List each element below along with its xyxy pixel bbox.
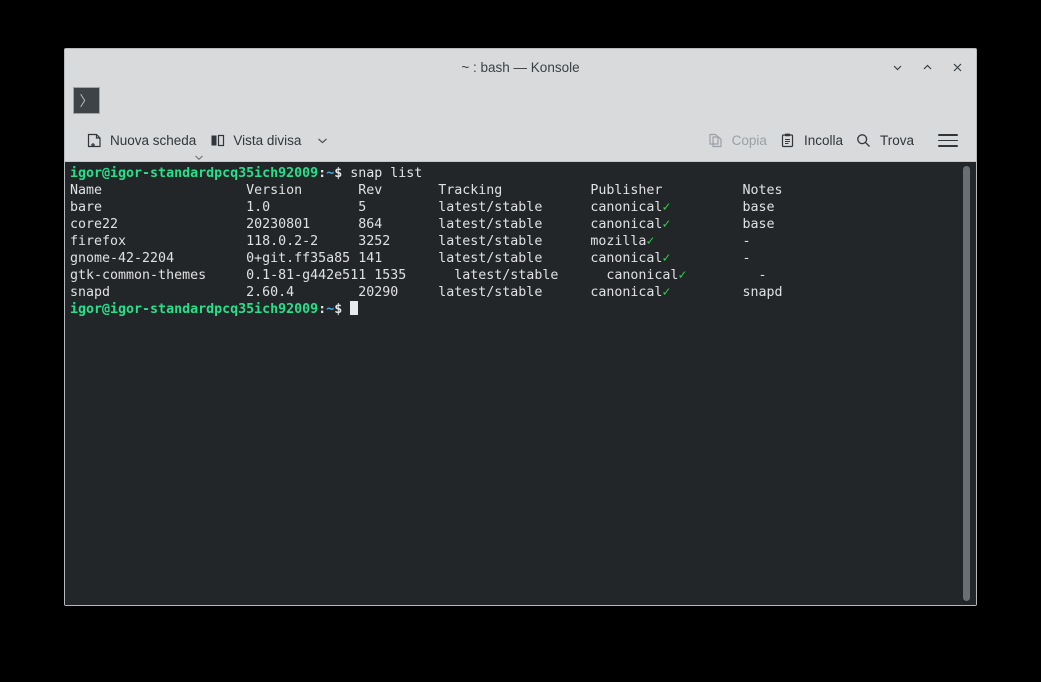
window-title: ~ : bash — Konsole [461, 60, 580, 75]
find-button[interactable]: Trova [849, 128, 920, 154]
split-view-button[interactable]: Vista divisa [202, 128, 335, 154]
find-label: Trova [879, 133, 914, 148]
minimize-button[interactable] [887, 57, 908, 78]
copy-label: Copia [731, 133, 767, 148]
toolbar-left-group: Nuova scheda Vista divisa [79, 128, 335, 160]
hamburger-line [938, 145, 958, 148]
table-row: snapd 2.60.4 20290 latest/stable canonic… [70, 285, 783, 300]
table-row: gtk-common-themes 0.1-81-g442e511 1535 l… [70, 268, 767, 283]
paste-button[interactable]: Incolla [773, 128, 849, 154]
hamburger-line [938, 133, 958, 136]
terminal-content: igor@igor-standardpcq35ich92009:~$ snap … [70, 165, 948, 318]
table-row: core22 20230801 864 latest/stable canoni… [70, 217, 775, 232]
tab-bar: 〉 [65, 86, 976, 120]
terminal-prompt-line: igor@igor-standardpcq35ich92009:~$ snap … [70, 166, 423, 181]
tab-shell-session[interactable]: 〉 [73, 87, 100, 114]
toolbar: Nuova scheda Vista divisa Copia Incolla … [65, 120, 976, 161]
window-controls [887, 49, 968, 86]
chevron-down-icon[interactable] [316, 136, 329, 145]
new-tab-button[interactable]: Nuova scheda [79, 128, 204, 160]
chevron-down-icon [891, 61, 904, 74]
split-view-icon [208, 132, 226, 150]
table-row: gnome-42-2204 0+git.ff35a85 141 latest/s… [70, 251, 751, 266]
table-header-row: Name Version Rev Tracking Publisher Note… [70, 183, 783, 198]
paste-icon [779, 132, 797, 150]
copy-icon [707, 132, 725, 150]
terminal-view[interactable]: igor@igor-standardpcq35ich92009:~$ snap … [65, 161, 976, 605]
chevron-up-icon [921, 61, 934, 74]
scrollbar-thumb[interactable] [963, 166, 970, 601]
close-button[interactable] [947, 57, 968, 78]
split-view-label: Vista divisa [233, 133, 302, 148]
konsole-window: ~ : bash — Konsole 〉 Nuova scheda Vista … [64, 48, 977, 606]
table-row: firefox 118.0.2-2 3252 latest/stable moz… [70, 234, 751, 249]
terminal-prompt-line: igor@igor-standardpcq35ich92009:~$ [70, 301, 948, 318]
terminal-cursor [350, 301, 359, 315]
titlebar: ~ : bash — Konsole [65, 49, 976, 86]
toolbar-right-group: Copia Incolla Trova [701, 128, 964, 154]
search-icon [855, 132, 873, 150]
hamburger-menu-icon[interactable] [932, 128, 964, 153]
paste-label: Incolla [803, 133, 843, 148]
new-tab-label: Nuova scheda [110, 133, 197, 148]
new-tab-icon [85, 132, 103, 150]
table-row: bare 1.0 5 latest/stable canonical✓ base [70, 200, 775, 215]
maximize-button[interactable] [917, 57, 938, 78]
close-icon [951, 61, 964, 74]
terminal-scrollbar[interactable] [960, 166, 972, 601]
copy-button: Copia [701, 128, 773, 154]
hamburger-line [938, 139, 958, 142]
